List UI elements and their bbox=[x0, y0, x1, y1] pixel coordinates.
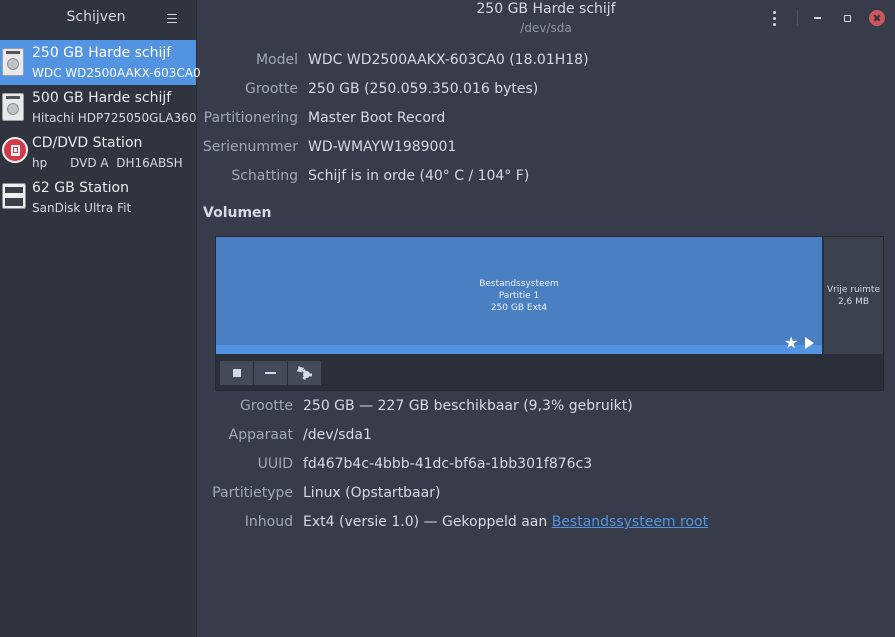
stop-icon bbox=[232, 369, 241, 377]
window-subtitle: /dev/sda bbox=[520, 21, 572, 35]
drive-title: 500 GB Harde schijf bbox=[32, 90, 172, 106]
model-label: Model bbox=[255, 52, 298, 68]
hard-disk-icon bbox=[2, 93, 28, 123]
partition-type-value: Linux (Opstartbaar) bbox=[303, 485, 441, 501]
drive-title: CD/DVD Station bbox=[32, 135, 143, 151]
contents-value: Ext4 (versie 1.0) — Gekoppeld aan Bestan… bbox=[303, 514, 708, 530]
partitioning-value: Master Boot Record bbox=[308, 110, 446, 126]
hamburger-menu-icon bbox=[167, 13, 177, 23]
window-title: 250 GB Harde schijf bbox=[476, 1, 616, 17]
partition-type-label: Partitietype bbox=[212, 485, 293, 501]
drive-title: 250 GB Harde schijf bbox=[32, 45, 172, 61]
close-icon bbox=[869, 10, 885, 26]
partition-type-text: Bestandssysteem bbox=[479, 279, 559, 289]
partition-options-button[interactable] bbox=[287, 360, 322, 386]
contents-text: Ext4 (versie 1.0) — Gekoppeld aan bbox=[303, 514, 552, 530]
bootable-star-icon: ★ bbox=[784, 333, 799, 352]
disk-menu-button[interactable] bbox=[761, 6, 787, 30]
model-value: WDC WD2500AAKX-603CA0 (18.01H18) bbox=[308, 52, 589, 68]
drive-item-500gb[interactable]: 500 GB Harde schijf Hitachi HDP725050GLA… bbox=[0, 85, 196, 130]
minimize-button[interactable] bbox=[804, 6, 830, 30]
serial-value: WD-WMAYW1989001 bbox=[308, 139, 457, 155]
unmount-button[interactable] bbox=[219, 360, 254, 386]
volume-toolbar bbox=[219, 360, 322, 388]
free-space-block[interactable]: Vrije ruimte 2,6 MB bbox=[824, 237, 883, 354]
optical-drive-icon bbox=[2, 137, 28, 167]
partition-size-value: 250 GB — 227 GB beschikbaar (9,3% gebrui… bbox=[303, 398, 633, 414]
delete-partition-button[interactable] bbox=[253, 360, 288, 386]
uuid-label: UUID bbox=[257, 456, 293, 472]
contents-label: Inhoud bbox=[244, 514, 293, 530]
mounted-play-icon bbox=[805, 337, 814, 349]
kebab-menu-icon bbox=[772, 10, 776, 26]
minus-icon bbox=[265, 372, 276, 374]
drive-title: 62 GB Station bbox=[32, 180, 129, 196]
gears-icon bbox=[296, 366, 313, 380]
sidebar-header: Schijven bbox=[0, 0, 196, 38]
partition-usage-bar bbox=[216, 345, 822, 354]
restore-icon bbox=[843, 14, 851, 22]
maximize-button[interactable] bbox=[834, 6, 860, 30]
partition-label: Bestandssysteem Partitie 1 250 GB Ext4 bbox=[216, 278, 822, 314]
drive-subtitle: Hitachi HDP725050GLA360 bbox=[32, 111, 197, 125]
device-label: Apparaat bbox=[228, 427, 293, 443]
mount-point-link[interactable]: Bestandssysteem root bbox=[552, 514, 708, 530]
partition-size-label: Grootte bbox=[239, 398, 293, 414]
drive-item-cd-dvd[interactable]: CD/DVD Station hp DVD A DH16ABSH bbox=[0, 130, 196, 175]
uuid-value: fd467b4c-4bbb-41dc-bf6a-1bb301f876c3 bbox=[303, 456, 593, 472]
hard-disk-icon bbox=[2, 48, 28, 78]
partitioning-label: Partitionering bbox=[203, 110, 298, 126]
usb-drive-icon bbox=[2, 183, 28, 213]
device-value: /dev/sda1 bbox=[303, 427, 372, 443]
drive-subtitle: WDC WD2500AAKX-603CA0 bbox=[32, 66, 201, 80]
partition-number-text: Partitie 1 bbox=[498, 291, 540, 301]
minimize-icon bbox=[813, 17, 821, 19]
partition-size-text: 250 GB Ext4 bbox=[490, 303, 548, 313]
free-space-label: Vrije ruimte 2,6 MB bbox=[824, 284, 883, 308]
serial-label: Serienummer bbox=[202, 139, 298, 155]
sidebar-menu-button[interactable] bbox=[164, 9, 180, 27]
close-button[interactable] bbox=[864, 6, 890, 30]
partition-1-block[interactable]: Bestandssysteem Partitie 1 250 GB Ext4 ★ bbox=[216, 237, 822, 354]
sidebar: Schijven 250 GB Harde schijf WDC WD2500A… bbox=[0, 0, 201, 637]
assessment-value: Schijf is in orde (40° C / 104° F) bbox=[308, 168, 530, 184]
assessment-label: Schatting bbox=[231, 168, 298, 184]
free-space-size: 2,6 MB bbox=[837, 297, 870, 307]
size-label: Grootte bbox=[244, 81, 298, 97]
drive-item-62gb[interactable]: 62 GB Station SanDisk Ultra Fit bbox=[0, 175, 196, 220]
drive-subtitle: hp DVD A DH16ABSH bbox=[32, 156, 183, 170]
header-bar: 250 GB Harde schijf /dev/sda bbox=[197, 0, 895, 38]
volumes-heading: Volumen bbox=[203, 205, 272, 221]
drive-item-250gb[interactable]: 250 GB Harde schijf WDC WD2500AAKX-603CA… bbox=[0, 40, 201, 85]
size-value: 250 GB (250.059.350.016 bytes) bbox=[308, 81, 539, 97]
free-space-text: Vrije ruimte bbox=[827, 285, 880, 295]
header-separator bbox=[797, 10, 798, 26]
drive-subtitle: SanDisk Ultra Fit bbox=[32, 201, 132, 215]
